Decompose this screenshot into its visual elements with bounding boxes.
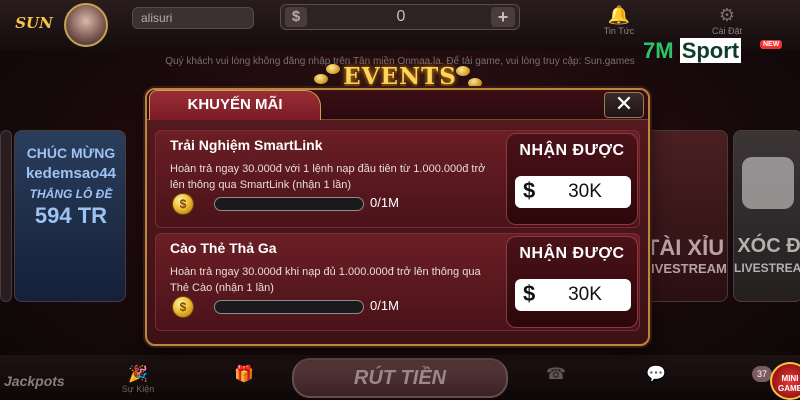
balance-value: 0 <box>396 8 406 25</box>
phone-button[interactable]: ☎ <box>526 366 586 384</box>
xocdia-livestream-tile[interactable]: XÓC Đ LIVESTREAM <box>733 130 800 302</box>
chat-icon: 💬 <box>646 366 666 383</box>
promo-title: Trải Nghiệm SmartLink <box>170 137 323 153</box>
settings-label: Cài Đặt <box>711 26 742 36</box>
progress-text: 0/1M <box>370 298 399 313</box>
claim-reward-button[interactable]: NHẬN ĐƯỢC $ 30K <box>506 133 638 225</box>
coin-decoration <box>314 74 328 84</box>
coin-decoration <box>456 66 470 76</box>
brand-new-badge: NEW <box>760 40 783 49</box>
game-tile-edge <box>0 130 12 302</box>
news-label: Tin Tức <box>603 26 635 36</box>
progress-bar <box>214 197 364 211</box>
promotions-dialog: KHUYẾN MÃI ✕ Trải Nghiệm SmartLink Hoàn … <box>145 88 650 346</box>
claim-reward-button[interactable]: NHẬN ĐƯỢC $ 30K <box>506 236 638 328</box>
reward-value: 30K <box>568 284 602 305</box>
chat-button[interactable]: 💬 <box>626 366 686 384</box>
event-label: Sự Kiện <box>121 384 155 394</box>
reward-value: 30K <box>568 181 602 202</box>
promo-card-scratch-card: Cào Thẻ Thả Ga Hoàn trả ngay 30.000đ khi… <box>155 233 640 331</box>
sun-logo: SUN <box>15 14 53 32</box>
gift-icon: 🎁 <box>234 366 254 383</box>
gift-button[interactable]: 🎁 <box>214 366 274 384</box>
withdraw-button[interactable]: RÚT TIỀN <box>292 358 508 398</box>
claim-label: NHẬN ĐƯỢC <box>519 142 625 159</box>
brand-7m: 7M <box>643 38 674 63</box>
progress-text: 0/1M <box>370 195 399 210</box>
promo-description: Hoàn trả ngay 30.000đ với 1 lệnh nạp đầu… <box>170 163 486 191</box>
promo-card-smartlink: Trải Nghiệm SmartLink Hoàn trả ngay 30.0… <box>155 130 640 228</box>
tile-subtitle: LIVESTREAM <box>734 261 800 275</box>
tile-line-1: CHÚC MỪNG <box>26 145 116 161</box>
tile-title: XÓC Đ <box>737 235 800 257</box>
dialog-header: KHUYẾN MÃI ✕ <box>147 90 648 120</box>
username-field: alisuri <box>132 7 254 29</box>
brand-sport: Sport <box>679 38 742 63</box>
promo-title: Cào Thẻ Thả Ga <box>170 240 277 256</box>
jackpots-button[interactable]: Jackpots <box>0 362 65 400</box>
reward-amount-box: $ 30K <box>515 279 631 311</box>
coin-icon: $ <box>172 296 194 318</box>
dice-icon <box>742 157 794 209</box>
brand-logo: 7M Sport <box>643 38 742 64</box>
mini-game-count-badge: 37 <box>752 366 772 382</box>
lottery-winner-tile[interactable]: CHÚC MỪNG kedemsao44 THẮNG LÔ ĐỀ 594 TR <box>14 130 126 302</box>
promo-description: Hoàn trả ngay 30.000đ khi nạp đủ 1.000.0… <box>170 266 481 294</box>
settings-button[interactable]: ⚙ Cài Đặt <box>702 4 752 36</box>
tile-line-4: 594 TR <box>34 203 108 228</box>
add-funds-button[interactable]: + <box>491 7 515 27</box>
tile-line-2: kedemsao44 <box>25 165 117 182</box>
event-button[interactable]: 🎉 Sự Kiện <box>108 366 168 394</box>
bell-icon: 🔔 <box>607 5 631 25</box>
tile-line-3: THẮNG LÔ ĐỀ <box>29 187 113 201</box>
claim-label: NHẬN ĐƯỢC <box>519 245 625 262</box>
coin-decoration <box>326 64 340 74</box>
close-icon: ✕ <box>614 91 634 116</box>
taixiu-livestream-tile[interactable]: TÀI XỈU LIVESTREAM <box>640 130 728 302</box>
gear-icon: ⚙ <box>718 5 736 25</box>
dollar-icon: $ <box>523 281 536 306</box>
reward-amount-box: $ 30K <box>515 176 631 208</box>
phone-icon: ☎ <box>546 366 566 383</box>
party-icon: 🎉 <box>128 366 148 383</box>
avatar[interactable] <box>64 3 108 47</box>
tab-promotions[interactable]: KHUYẾN MÃI <box>149 90 321 120</box>
balance-box: $ 0 + <box>280 4 520 30</box>
coin-decoration <box>468 78 482 88</box>
progress-bar <box>214 300 364 314</box>
close-button[interactable]: ✕ <box>604 92 644 118</box>
news-button[interactable]: 🔔 Tin Tức <box>594 4 644 36</box>
coin-icon: $ <box>172 193 194 215</box>
dollar-icon: $ <box>523 178 536 203</box>
